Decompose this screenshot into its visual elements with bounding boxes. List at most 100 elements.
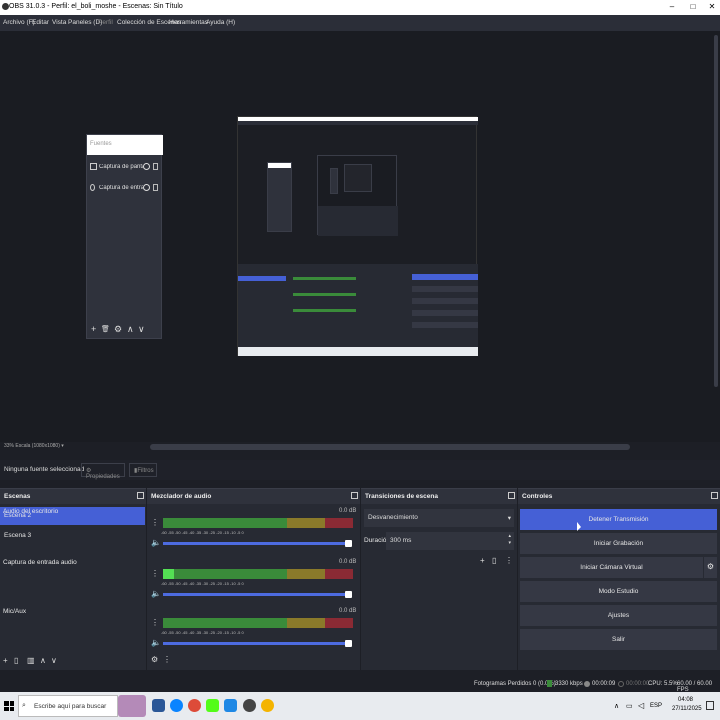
- chevron-down-icon[interactable]: ∨: [51, 656, 57, 665]
- start-virtual-camera-button[interactable]: Iniciar Cámara Virtual: [520, 557, 703, 578]
- speaker-icon[interactable]: 🔈: [151, 538, 161, 547]
- trash-icon[interactable]: 🗑: [101, 325, 110, 333]
- clock-time[interactable]: 04:08: [678, 697, 693, 703]
- status-bar: Fotogramas Perdidos 0 (0.0%) 3330 kbps 0…: [0, 676, 720, 693]
- volume-meter: [163, 618, 353, 628]
- zoom-label[interactable]: 33% Escala (1080x1080) ▾: [4, 443, 64, 449]
- volume-knob[interactable]: [345, 540, 352, 547]
- scenes-title: Escenas: [4, 493, 31, 500]
- edge-icon[interactable]: [170, 699, 183, 712]
- menu-herramientas[interactable]: Herramientas: [169, 19, 208, 26]
- chevron-down-icon[interactable]: ∨: [138, 324, 145, 335]
- chevron-down-icon: ▾: [507, 515, 511, 522]
- volume-slider[interactable]: [163, 642, 348, 645]
- exit-button[interactable]: Salir: [520, 629, 717, 650]
- chrome-icon[interactable]: [261, 699, 274, 712]
- search-highlight-image: [118, 695, 146, 717]
- start-recording-button[interactable]: Iniciar Grabación: [520, 533, 717, 554]
- language-indicator[interactable]: ESP: [650, 703, 662, 709]
- preview-hscrollbar[interactable]: [150, 444, 630, 450]
- more-icon[interactable]: ⋮: [151, 618, 159, 627]
- volume-slider[interactable]: [163, 542, 348, 545]
- stream-time: 00:00:09: [592, 681, 616, 687]
- speaker-icon[interactable]: 🔈: [151, 589, 161, 598]
- dock-header: Mezclador de audio: [147, 489, 360, 504]
- chevron-up-icon[interactable]: ∧: [127, 324, 134, 335]
- menu-editar[interactable]: Editar: [32, 19, 49, 26]
- menu-vista[interactable]: Vista: [52, 19, 66, 26]
- lock-icon[interactable]: [153, 184, 158, 191]
- obs-icon[interactable]: [243, 699, 256, 712]
- undock-icon[interactable]: [351, 492, 358, 499]
- meter-segment: [287, 618, 325, 628]
- duration-field[interactable]: 300 ms ▴ ▾: [386, 532, 514, 550]
- search-icon: ⌕: [22, 702, 26, 709]
- close-button[interactable]: ✕: [705, 2, 719, 11]
- menu-bar: Archivo (F) Editar Vista Paneles (D) Per…: [0, 15, 720, 31]
- gear-icon[interactable]: ⚙: [114, 324, 122, 335]
- bitrate: 3330 kbps: [555, 681, 583, 687]
- clock-date[interactable]: 27/11/2025: [672, 706, 702, 712]
- source-item[interactable]: Captura de pantall: [90, 162, 160, 176]
- settings-button[interactable]: Ajustes: [520, 605, 717, 626]
- lock-icon[interactable]: [153, 163, 158, 170]
- volume-slider[interactable]: [163, 593, 348, 596]
- advanced-audio-icon[interactable]: ⚙: [151, 655, 158, 664]
- network-icon[interactable]: ▭: [626, 702, 633, 710]
- volume-meter: [163, 569, 353, 579]
- capture-taskbar: [238, 347, 478, 356]
- more-icon[interactable]: ⋮: [163, 655, 171, 664]
- properties-button[interactable]: ⚙ Propiedades: [81, 463, 125, 480]
- eye-icon[interactable]: [143, 184, 150, 191]
- menu-ayuda[interactable]: Ayuda (H): [206, 19, 235, 26]
- spinner-icon[interactable]: ▴ ▾: [508, 533, 511, 547]
- volume-knob[interactable]: [345, 591, 352, 598]
- meter-segment: [325, 569, 353, 579]
- record-time: 00:00:00: [626, 681, 650, 687]
- more-icon[interactable]: ⋮: [505, 556, 513, 565]
- notifications-icon[interactable]: [706, 701, 714, 710]
- mouse-cursor: [577, 522, 581, 531]
- scenes-dock: Escenas Escena 2 Escena 3 + ▯ ▥ ∧ ∨: [0, 488, 146, 670]
- trash-icon[interactable]: ▯: [492, 556, 496, 565]
- undock-icon[interactable]: [137, 492, 144, 499]
- eye-icon[interactable]: [143, 163, 150, 170]
- sources-floating-panel: Fuentes Captura de pantall Captura de en…: [86, 134, 163, 339]
- trash-icon[interactable]: ▯: [14, 656, 18, 665]
- speaker-icon[interactable]: 🔈: [151, 638, 161, 647]
- source-item[interactable]: Captura de entrada: [90, 183, 160, 197]
- studio-mode-button[interactable]: Modo Estudio: [520, 581, 717, 602]
- scene-item[interactable]: Escena 3: [0, 527, 145, 545]
- capture-nested-preview: [317, 155, 398, 236]
- menu-perfil[interactable]: Perfil: [98, 19, 113, 26]
- app-icon[interactable]: [152, 699, 165, 712]
- windows-start-icon[interactable]: [4, 701, 14, 711]
- add-icon[interactable]: +: [91, 324, 96, 334]
- volume-knob[interactable]: [345, 640, 352, 647]
- dock-header: Controles: [518, 489, 720, 504]
- stop-streaming-button[interactable]: Detener Transmisión: [520, 509, 717, 530]
- meter-ticks: -60 -55 -50 -45 -40 -35 -30 -25 -20 -15 …: [161, 630, 244, 635]
- transition-type-select[interactable]: Desvanecimiento ▾: [364, 509, 514, 527]
- chevron-up-icon[interactable]: ∧: [40, 656, 46, 665]
- menu-archivo[interactable]: Archivo (F): [3, 19, 35, 26]
- filters-button[interactable]: ▮Filtros: [129, 463, 157, 477]
- virtual-camera-settings-icon[interactable]: ⚙: [704, 557, 717, 578]
- tray-chevron-icon[interactable]: ∧: [614, 702, 619, 710]
- more-icon[interactable]: ⋮: [151, 518, 159, 527]
- undock-icon[interactable]: [711, 492, 718, 499]
- kick-icon[interactable]: [206, 699, 219, 712]
- app-icon[interactable]: [224, 699, 237, 712]
- chrome-icon[interactable]: [188, 699, 201, 712]
- preview-vscrollbar[interactable]: [714, 35, 718, 387]
- taskbar-search-input[interactable]: ⌕ Escribe aquí para buscar: [18, 695, 118, 717]
- add-icon[interactable]: +: [3, 656, 8, 665]
- add-icon[interactable]: +: [480, 556, 485, 565]
- minimize-button[interactable]: –: [665, 2, 679, 11]
- filter-icon[interactable]: ▥: [27, 656, 35, 665]
- meter-level: [163, 569, 175, 579]
- maximize-button[interactable]: □: [686, 2, 700, 11]
- undock-icon[interactable]: [508, 492, 515, 499]
- volume-icon[interactable]: ◁: [638, 701, 644, 710]
- more-icon[interactable]: ⋮: [151, 569, 159, 578]
